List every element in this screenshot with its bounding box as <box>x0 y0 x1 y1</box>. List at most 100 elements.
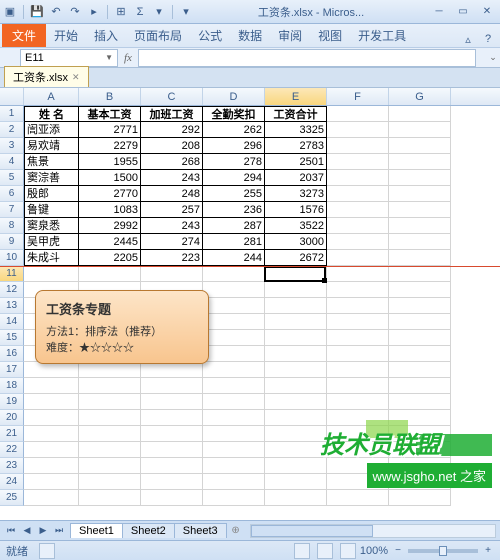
cell[interactable]: 3325 <box>265 122 327 138</box>
cell[interactable] <box>24 474 79 490</box>
cell[interactable] <box>265 394 327 410</box>
cell[interactable]: 248 <box>141 186 203 202</box>
col-header-c[interactable]: C <box>141 88 203 105</box>
cell[interactable] <box>389 362 451 378</box>
cell[interactable] <box>389 426 451 442</box>
col-header-e[interactable]: E <box>265 88 327 105</box>
cell[interactable]: 焦景 <box>24 154 79 170</box>
zoom-thumb[interactable] <box>439 546 447 556</box>
cell[interactable] <box>141 426 203 442</box>
cell[interactable] <box>141 378 203 394</box>
cell[interactable] <box>79 474 141 490</box>
cell[interactable] <box>389 250 451 266</box>
cell[interactable]: 243 <box>141 218 203 234</box>
name-box[interactable]: E11 ▼ <box>20 49 118 67</box>
cell[interactable]: 2672 <box>265 250 327 266</box>
cell[interactable] <box>389 138 451 154</box>
cell[interactable]: 292 <box>141 122 203 138</box>
cell[interactable] <box>203 458 265 474</box>
row-header[interactable]: 4 <box>0 154 24 170</box>
sheet-nav-last-icon[interactable]: ⏭ <box>52 524 66 538</box>
cell[interactable] <box>389 122 451 138</box>
cell[interactable] <box>389 266 451 282</box>
cell[interactable] <box>327 218 389 234</box>
cell[interactable] <box>389 202 451 218</box>
cell[interactable] <box>327 378 389 394</box>
cell[interactable] <box>141 442 203 458</box>
row-header[interactable]: 19 <box>0 394 24 410</box>
cell[interactable]: 243 <box>141 170 203 186</box>
cell[interactable]: 296 <box>203 138 265 154</box>
row-header[interactable]: 10 <box>0 250 24 266</box>
undo-icon[interactable]: ↶ <box>48 4 64 20</box>
cell[interactable] <box>203 362 265 378</box>
cell[interactable]: 訚亚添 <box>24 122 79 138</box>
tab-home[interactable]: 开始 <box>46 24 86 47</box>
cell[interactable] <box>265 410 327 426</box>
cell[interactable] <box>265 458 327 474</box>
tab-data[interactable]: 数据 <box>230 24 270 47</box>
cell[interactable] <box>389 298 451 314</box>
cell[interactable]: 262 <box>203 122 265 138</box>
workbook-close-icon[interactable]: ✕ <box>72 72 80 83</box>
minimize-button[interactable]: ─ <box>428 4 450 20</box>
row-header[interactable]: 1 <box>0 106 24 122</box>
cell[interactable]: 255 <box>203 186 265 202</box>
col-header-d[interactable]: D <box>203 88 265 105</box>
cell[interactable]: 朱成斗 <box>24 250 79 266</box>
cell[interactable] <box>327 106 389 122</box>
cell[interactable]: 窦淙善 <box>24 170 79 186</box>
row-header[interactable]: 18 <box>0 378 24 394</box>
cell[interactable]: 3273 <box>265 186 327 202</box>
cell[interactable] <box>389 330 451 346</box>
cell[interactable]: 236 <box>203 202 265 218</box>
col-header-a[interactable]: A <box>24 88 79 105</box>
row-header[interactable]: 20 <box>0 410 24 426</box>
cell[interactable] <box>265 282 327 298</box>
cell[interactable] <box>389 186 451 202</box>
cell[interactable]: 223 <box>141 250 203 266</box>
excel-icon[interactable]: ▣ <box>2 4 18 20</box>
cell[interactable] <box>24 490 79 506</box>
cell[interactable] <box>203 314 265 330</box>
cell[interactable] <box>203 330 265 346</box>
col-header-g[interactable]: G <box>389 88 451 105</box>
close-button[interactable]: ✕ <box>476 4 498 20</box>
cell[interactable] <box>265 474 327 490</box>
cell[interactable] <box>141 266 203 282</box>
cell[interactable] <box>24 362 79 378</box>
save-icon[interactable]: 💾 <box>29 4 45 20</box>
cell[interactable] <box>327 266 389 282</box>
cell[interactable]: 2037 <box>265 170 327 186</box>
cell[interactable] <box>265 298 327 314</box>
cell[interactable]: 1576 <box>265 202 327 218</box>
cell[interactable] <box>141 394 203 410</box>
cell[interactable] <box>327 394 389 410</box>
cell[interactable]: 2992 <box>79 218 141 234</box>
tab-insert[interactable]: 插入 <box>86 24 126 47</box>
cell[interactable] <box>203 490 265 506</box>
cell[interactable] <box>389 378 451 394</box>
cell[interactable] <box>327 474 389 490</box>
cell[interactable] <box>327 298 389 314</box>
row-header[interactable]: 14 <box>0 314 24 330</box>
cell[interactable] <box>265 442 327 458</box>
cell[interactable] <box>265 266 327 282</box>
sheet-nav-next-icon[interactable]: ▶ <box>36 524 50 538</box>
cell[interactable] <box>389 234 451 250</box>
sheet-tab-1[interactable]: Sheet1 <box>70 523 123 538</box>
cell[interactable] <box>265 490 327 506</box>
cell[interactable] <box>265 346 327 362</box>
row-header[interactable]: 11 <box>0 266 24 282</box>
row-header[interactable]: 13 <box>0 298 24 314</box>
cell[interactable] <box>141 458 203 474</box>
row-header[interactable]: 2 <box>0 122 24 138</box>
cell[interactable] <box>327 138 389 154</box>
cell[interactable] <box>389 458 451 474</box>
cell[interactable]: 1955 <box>79 154 141 170</box>
cell[interactable] <box>24 394 79 410</box>
cell[interactable] <box>327 362 389 378</box>
cell[interactable]: 吴甲虎 <box>24 234 79 250</box>
cell[interactable] <box>79 490 141 506</box>
cell[interactable] <box>24 426 79 442</box>
